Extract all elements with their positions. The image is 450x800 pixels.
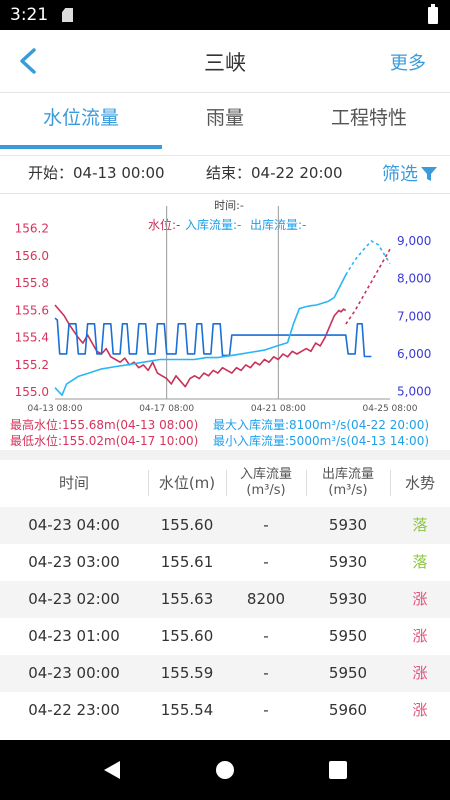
- y-right-tick-label: 6,000: [397, 347, 431, 361]
- y-right-tick-label: 5,000: [397, 384, 431, 398]
- tab-water-level-flow[interactable]: 水位流量: [0, 93, 162, 145]
- cell-trend: 落: [412, 553, 428, 571]
- y-left-tick-label: 156.0: [15, 249, 49, 263]
- max-inflow: 最大入库流量:8100m³/s(04-22 20:00): [213, 418, 430, 432]
- series-line-water-level: [54, 304, 347, 388]
- cell-outflow: 5950: [328, 627, 368, 645]
- nav-back-icon[interactable]: [100, 758, 124, 782]
- cell-outflow: 5950: [328, 664, 368, 682]
- cell-outflow: 5930: [328, 516, 368, 534]
- funnel-icon: [421, 167, 437, 181]
- x-tick-label: 04-25 08:00: [363, 404, 418, 414]
- cell-level: 155.63: [160, 590, 214, 608]
- cell-level: 155.59: [160, 664, 214, 682]
- max-water-level: 最高水位:155.68m(04-13 08:00): [10, 418, 199, 432]
- col-outflow-title: 出库流量: [321, 467, 374, 483]
- cell-outflow: 5930: [328, 553, 368, 571]
- chart-level-readout: 水位:-: [148, 217, 180, 232]
- cell-level: 155.61: [160, 553, 214, 571]
- cell-trend: 涨: [412, 664, 428, 682]
- col-time: 时间: [58, 474, 89, 492]
- status-time: 3:21: [10, 5, 49, 25]
- y-right-tick-label: 7,000: [397, 309, 431, 323]
- table-row[interactable]: 04-23 02:00 155.63 8200 5930 涨: [0, 581, 450, 618]
- cell-inflow: 8200: [246, 590, 286, 608]
- nav-recents-icon[interactable]: [326, 758, 350, 782]
- chart-inflow-readout: 入库流量:-: [185, 217, 241, 232]
- active-tab-indicator: [0, 145, 162, 149]
- cell-inflow: -: [263, 516, 269, 534]
- status-bar: 3:21: [0, 0, 450, 30]
- cell-inflow: -: [263, 701, 269, 719]
- col-level: 水位(m): [158, 474, 216, 492]
- battery-icon: [428, 4, 438, 24]
- start-time[interactable]: 开始：04-13 00:00: [28, 162, 165, 183]
- chart-time-readout: 时间:-: [214, 199, 244, 212]
- page-title: 三峡: [204, 51, 246, 75]
- filter-button[interactable]: 筛选: [382, 160, 438, 186]
- cell-outflow: 5930: [328, 590, 368, 608]
- series-line-water-level-forecast: [345, 248, 391, 325]
- nav-home-icon[interactable]: [213, 758, 237, 782]
- water-level-flow-chart[interactable]: 时间:- 水位:- 入库流量:- 出库流量:- 156.2 156.0 155.8 1…: [0, 194, 450, 418]
- col-inflow: 入库流量 (m³/s): [226, 460, 306, 506]
- cell-inflow: -: [263, 664, 269, 682]
- tab-engineering-features[interactable]: 工程特性: [288, 93, 450, 145]
- section-gap: [0, 450, 450, 460]
- chart-statistics: 最高水位:155.68m(04-13 08:00) 最低水位:155.02m(0…: [0, 414, 450, 450]
- cell-trend: 涨: [412, 627, 428, 645]
- cell-inflow: -: [263, 627, 269, 645]
- cell-time: 04-23 00:00: [28, 664, 120, 682]
- x-tick-label: 04-21 08:00: [251, 404, 306, 414]
- system-nav-bar: [0, 740, 450, 800]
- y-left-tick-label: 155.2: [15, 358, 49, 372]
- cell-trend: 落: [412, 516, 428, 534]
- col-inflow-unit: (m³/s): [246, 483, 286, 498]
- cell-level: 155.60: [160, 627, 214, 645]
- table-row[interactable]: 04-23 04:00 155.60 - 5930 落: [0, 507, 450, 544]
- y-left-tick-label: 155.0: [15, 385, 49, 399]
- min-water-level: 最低水位:155.02m(04-17 10:00): [10, 434, 199, 448]
- filter-label: 筛选: [382, 164, 418, 185]
- cell-outflow: 5960: [328, 701, 368, 719]
- col-outflow: 出库流量 (m³/s): [306, 460, 390, 506]
- cell-trend: 涨: [412, 701, 428, 719]
- series-line-inflow-forecast: [345, 240, 391, 276]
- cell-time: 04-22 23:00: [28, 701, 120, 719]
- end-time[interactable]: 结束：04-22 20:00: [206, 162, 343, 183]
- y-right-tick-label: 9,000: [397, 234, 431, 248]
- table-row[interactable]: 04-23 03:00 155.61 - 5930 落: [0, 544, 450, 581]
- cell-time: 04-23 04:00: [28, 516, 120, 534]
- y-left-tick-label: 155.6: [15, 303, 49, 317]
- cell-time: 04-23 02:00: [28, 590, 120, 608]
- cell-time: 04-23 03:00: [28, 553, 120, 571]
- cell-level: 155.54: [160, 701, 214, 719]
- x-tick-label: 04-13 08:00: [28, 404, 83, 414]
- col-inflow-title: 入库流量: [239, 467, 292, 483]
- cell-level: 155.60: [160, 516, 214, 534]
- tab-bar: 水位流量 雨量 工程特性: [0, 92, 450, 149]
- cell-inflow: -: [263, 553, 269, 571]
- more-button[interactable]: 更多: [390, 49, 426, 75]
- cell-time: 04-23 01:00: [28, 627, 120, 645]
- app-header: 三峡 更多: [0, 30, 450, 92]
- min-inflow: 最小入库流量:5000m³/s(04-13 14:00): [213, 434, 430, 448]
- table-header: 时间 水位(m) 入库流量 (m³/s) 出库流量 (m³/s) 水势: [0, 460, 450, 506]
- filter-bar: 开始：04-13 00:00 结束：04-22 20:00 筛选: [0, 156, 450, 192]
- cell-trend: 涨: [412, 590, 428, 608]
- y-right-tick-label: 8,000: [397, 272, 431, 286]
- x-tick-label: 04-17 08:00: [139, 404, 194, 414]
- sd-card-icon: [62, 8, 73, 22]
- y-left-tick-label: 156.2: [15, 222, 49, 236]
- y-left-tick-label: 155.8: [15, 276, 49, 290]
- table-row[interactable]: 04-23 01:00 155.60 - 5950 涨: [0, 618, 450, 655]
- col-trend: 水势: [404, 474, 435, 492]
- table-row[interactable]: 04-23 00:00 155.59 - 5950 涨: [0, 655, 450, 692]
- col-outflow-unit: (m³/s): [328, 483, 368, 498]
- y-left-tick-label: 155.4: [15, 331, 49, 345]
- table-row[interactable]: 04-22 23:00 155.54 - 5960 涨: [0, 692, 450, 729]
- tab-rainfall[interactable]: 雨量: [162, 93, 288, 145]
- chart-canvas: 时间:- 水位:- 入库流量:- 出库流量:- 156.2156.0155.81…: [15, 199, 432, 414]
- series-line-outflow: [54, 317, 372, 358]
